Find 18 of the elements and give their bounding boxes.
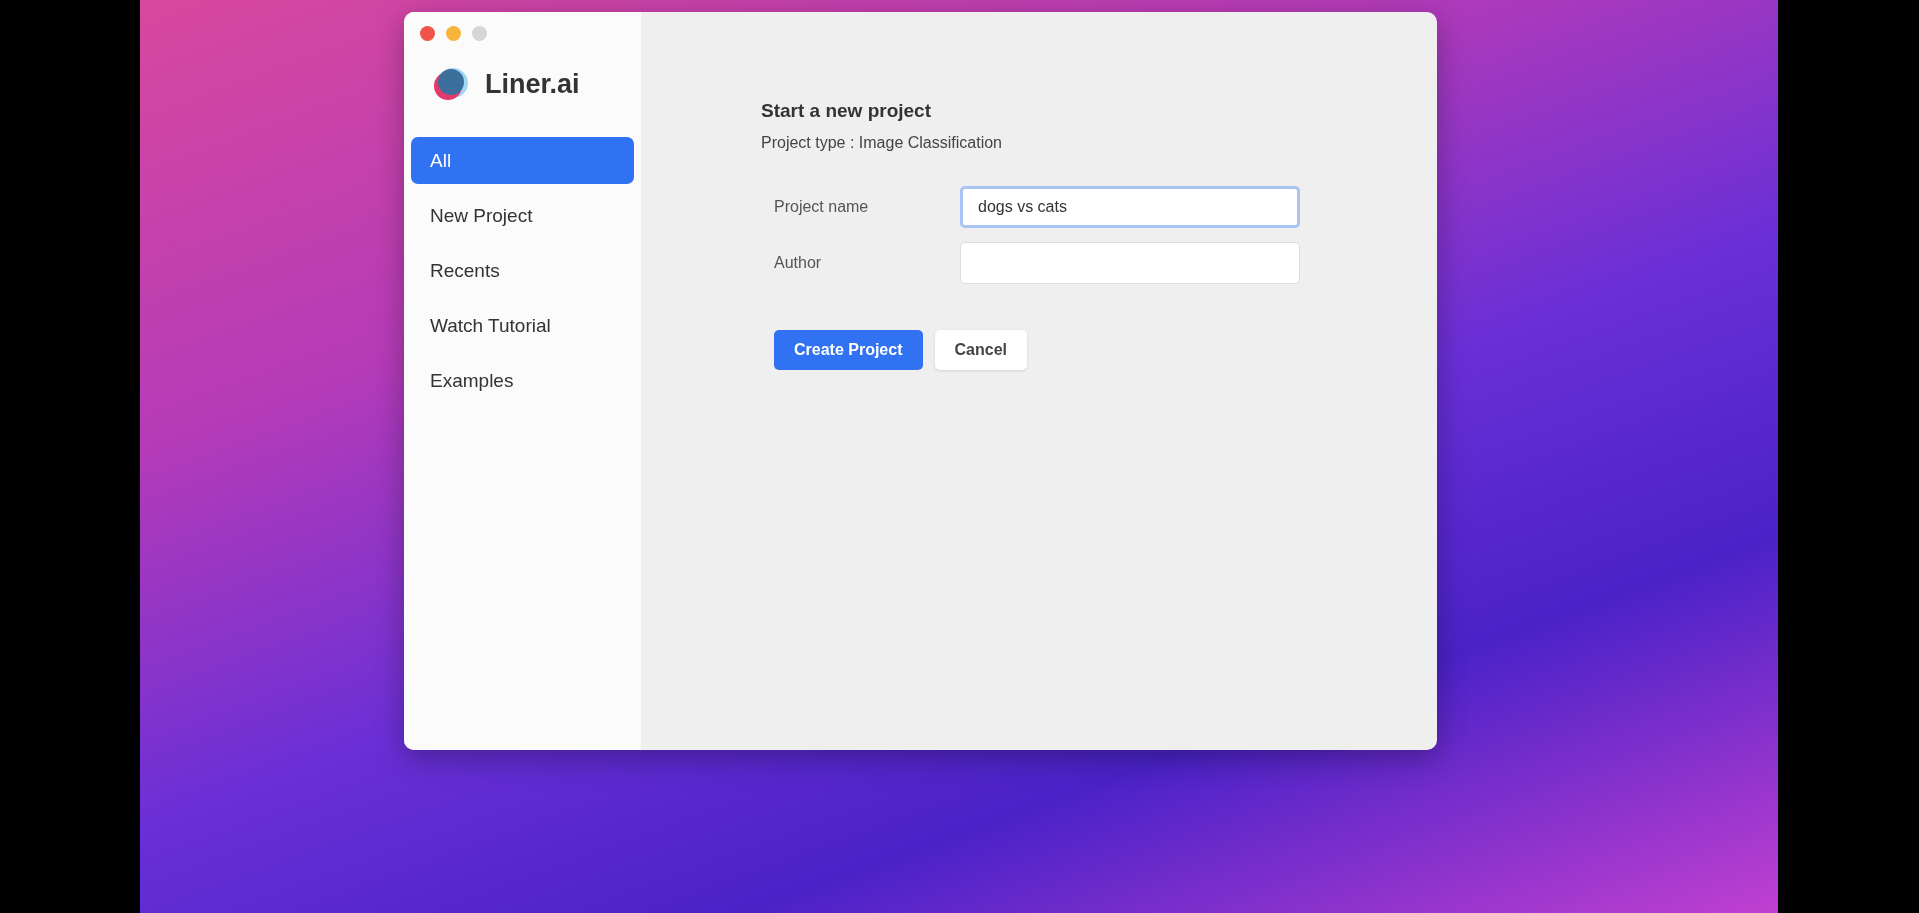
input-field[interactable] [960,242,1300,284]
close-button[interactable] [420,26,435,41]
create-button[interactable]: Create Project [774,330,923,370]
sidebar-item[interactable]: Recents [411,247,634,294]
cancel-button[interactable]: Cancel [934,330,1027,370]
field-label: Author [774,254,823,272]
project-type-text: Project type : Image Classification [761,134,1003,152]
sidebar-item[interactable]: Examples [411,357,634,404]
logo-icon [433,65,469,103]
zoom-button[interactable] [472,26,487,41]
form-title: Start a new project [761,100,932,122]
app-name: Liner.ai [485,68,580,100]
input-field[interactable]: dogs vs cats [960,186,1300,228]
sidebar-item[interactable]: New Project [411,192,634,239]
sidebar-item[interactable]: Watch Tutorial [411,302,634,349]
field-label: Project name [774,198,870,216]
sidebar-item[interactable]: All [411,137,634,184]
minimize-button[interactable] [446,26,461,41]
